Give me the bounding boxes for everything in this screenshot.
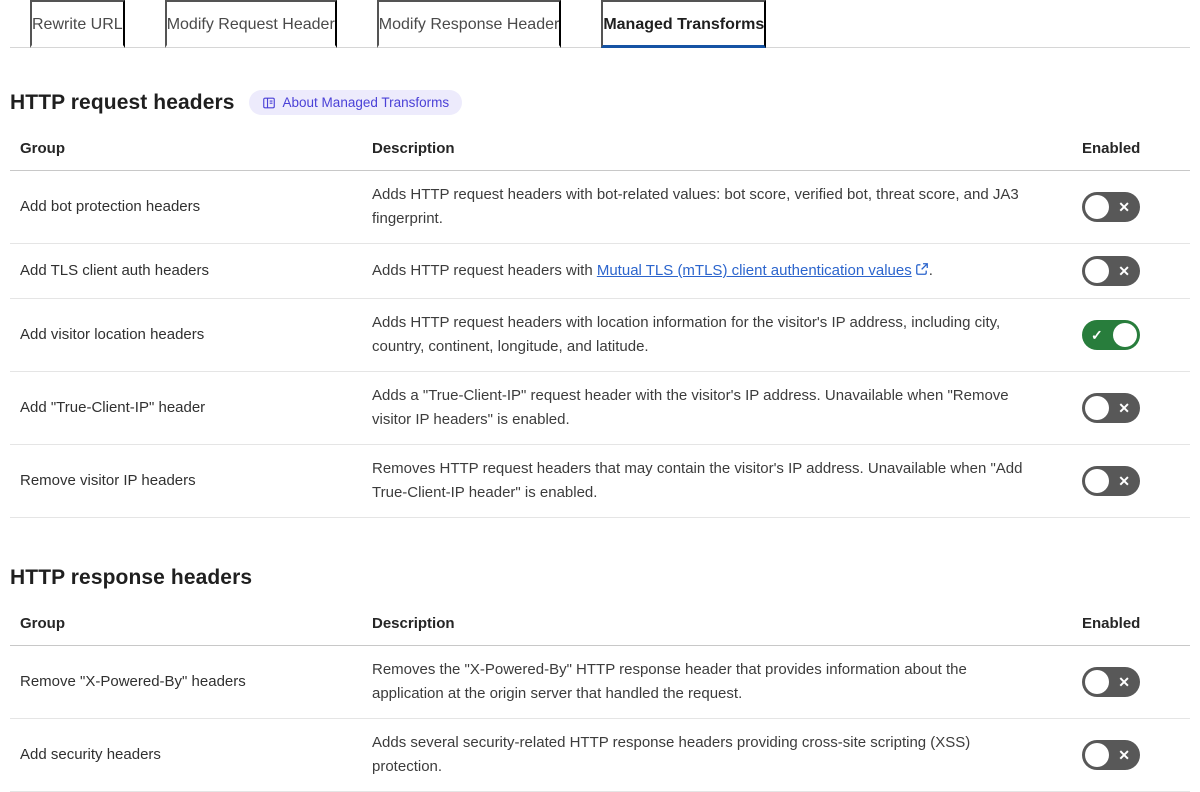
row-group-label: Add TLS client auth headers bbox=[20, 262, 210, 279]
row-description: Adds a "True-Client-IP" request header w… bbox=[372, 387, 1009, 428]
toggle-add-tls-client-auth-headers[interactable]: ✓ ✕ bbox=[1082, 256, 1140, 286]
check-icon: ✓ bbox=[1091, 327, 1103, 343]
book-icon bbox=[262, 96, 276, 110]
about-managed-transforms-link[interactable]: About Managed Transforms bbox=[248, 90, 463, 115]
toggle-knob bbox=[1085, 396, 1109, 420]
toggle-remove-x-powered-by-headers[interactable]: ✓ ✕ bbox=[1082, 667, 1140, 697]
row-group-label: Add "True-Client-IP" header bbox=[20, 399, 206, 416]
tab-modify-request-header[interactable]: Modify Request Header bbox=[164, 0, 337, 48]
column-header-enabled: Enabled bbox=[1082, 615, 1141, 632]
table-row-add-security-headers: Add security headers Adds several securi… bbox=[10, 719, 1190, 792]
toggle-add-visitor-location-headers[interactable]: ✓ ✕ bbox=[1082, 320, 1140, 350]
tab-modify-response-header[interactable]: Modify Response Header bbox=[376, 0, 562, 48]
mtls-docs-link[interactable]: Mutual TLS (mTLS) client authentication … bbox=[597, 262, 912, 279]
toggle-knob bbox=[1085, 195, 1109, 219]
row-description: Adds HTTP request headers with Mutual TL… bbox=[372, 247, 1064, 295]
row-description: Removes HTTP request headers that may co… bbox=[372, 460, 1023, 501]
toggle-knob bbox=[1085, 743, 1109, 767]
about-managed-transforms-label: About Managed Transforms bbox=[282, 95, 450, 110]
row-description: Adds HTTP request headers with location … bbox=[372, 314, 1001, 355]
row-group-label: Add bot protection headers bbox=[20, 198, 201, 215]
column-header-group: Group bbox=[20, 615, 65, 632]
column-header-enabled: Enabled bbox=[1082, 140, 1141, 157]
column-header-description: Description bbox=[372, 140, 455, 157]
row-group-label: Remove visitor IP headers bbox=[20, 472, 196, 489]
description-text: Adds HTTP request headers with bbox=[372, 262, 597, 279]
column-header-description: Description bbox=[372, 615, 455, 632]
table-row-bot-protection: Add bot protection headers Adds HTTP req… bbox=[10, 171, 1190, 244]
response-headers-table: Group Description Enabled Remove "X-Powe… bbox=[10, 604, 1190, 792]
request-headers-section-header: HTTP request headers About Managed Trans… bbox=[10, 90, 1190, 115]
toggle-knob bbox=[1113, 323, 1137, 347]
tab-managed-transforms[interactable]: Managed Transforms bbox=[601, 0, 767, 48]
row-group-label: Remove "X-Powered-By" headers bbox=[20, 673, 246, 690]
toggle-remove-visitor-ip-headers[interactable]: ✓ ✕ bbox=[1082, 466, 1140, 496]
x-icon: ✕ bbox=[1118, 400, 1130, 416]
x-icon: ✕ bbox=[1118, 263, 1130, 279]
description-text: . bbox=[928, 262, 933, 279]
managed-transforms-page: Rewrite URL Modify Request Header Modify… bbox=[0, 0, 1200, 792]
toggle-knob bbox=[1085, 259, 1109, 283]
x-icon: ✕ bbox=[1118, 473, 1130, 489]
response-headers-section-header: HTTP response headers bbox=[10, 566, 1190, 590]
toggle-add-bot-protection-headers[interactable]: ✓ ✕ bbox=[1082, 192, 1140, 222]
toggle-add-security-headers[interactable]: ✓ ✕ bbox=[1082, 740, 1140, 770]
toggle-add-true-client-ip-header[interactable]: ✓ ✕ bbox=[1082, 393, 1140, 423]
toggle-knob bbox=[1085, 670, 1109, 694]
row-description: Adds HTTP request headers with bot-relat… bbox=[372, 186, 1019, 227]
x-icon: ✕ bbox=[1118, 747, 1130, 763]
column-header-group: Group bbox=[20, 140, 65, 157]
tab-rewrite-url[interactable]: Rewrite URL bbox=[30, 0, 125, 48]
response-headers-title: HTTP response headers bbox=[10, 566, 253, 589]
table-row-true-client-ip: Add "True-Client-IP" header Adds a "True… bbox=[10, 372, 1190, 445]
table-row-remove-visitor-ip: Remove visitor IP headers Removes HTTP r… bbox=[10, 445, 1190, 518]
request-headers-title: HTTP request headers bbox=[10, 90, 235, 114]
row-description: Adds several security-related HTTP respo… bbox=[372, 734, 971, 775]
external-link-icon bbox=[915, 262, 929, 276]
table-row-remove-x-powered-by: Remove "X-Powered-By" headers Removes th… bbox=[10, 646, 1190, 719]
table-row-tls-client-auth: Add TLS client auth headers Adds HTTP re… bbox=[10, 244, 1190, 299]
tab-bar: Rewrite URL Modify Request Header Modify… bbox=[10, 0, 1190, 48]
table-header-row: Group Description Enabled bbox=[10, 604, 1190, 646]
row-group-label: Add visitor location headers bbox=[20, 326, 205, 343]
x-icon: ✕ bbox=[1118, 674, 1130, 690]
request-headers-table: Group Description Enabled Add bot protec… bbox=[10, 129, 1190, 518]
row-description: Removes the "X-Powered-By" HTTP response… bbox=[372, 661, 967, 702]
table-row-visitor-location: Add visitor location headers Adds HTTP r… bbox=[10, 299, 1190, 372]
toggle-knob bbox=[1085, 469, 1109, 493]
row-group-label: Add security headers bbox=[20, 746, 161, 763]
table-header-row: Group Description Enabled bbox=[10, 129, 1190, 171]
x-icon: ✕ bbox=[1118, 199, 1130, 215]
